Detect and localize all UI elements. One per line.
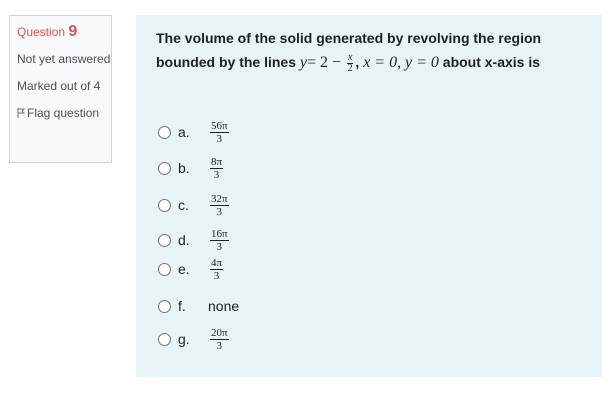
flag-label: Flag question <box>27 106 100 120</box>
option-a-letter: a. <box>178 124 190 140</box>
option-d-fraction: 16π 3 <box>210 228 229 253</box>
radio-d[interactable] <box>158 233 171 247</box>
option-g-denominator: 3 <box>216 339 223 352</box>
radio-c[interactable] <box>158 198 171 212</box>
option-c-denominator: 3 <box>216 205 223 218</box>
option-a-numerator: 56π <box>210 119 229 133</box>
eq2: x = 0, <box>363 54 402 71</box>
flag-question-link[interactable]: Flag question <box>17 104 111 122</box>
radio-b[interactable] <box>158 161 171 175</box>
option-b-numerator: 8π <box>210 155 224 169</box>
option-c-numerator: 32π <box>210 192 229 206</box>
option-a[interactable]: a. 56π 3 <box>158 120 229 145</box>
option-e[interactable]: e. 4π 3 <box>158 256 224 282</box>
option-d-letter: d. <box>178 232 190 248</box>
radio-g[interactable] <box>158 332 171 346</box>
option-a-denominator: 3 <box>216 132 223 145</box>
option-d-denominator: 3 <box>216 240 223 253</box>
eq1-var: y <box>299 54 308 71</box>
option-d-numerator: 16π <box>210 227 229 241</box>
option-f-letter: f. <box>178 298 186 314</box>
question-text: The volume of the solid generated by rev… <box>156 30 542 74</box>
option-b-denominator: 3 <box>213 168 220 181</box>
question-info-panel: Question 9 Not yet answered Marked out o… <box>9 15 112 163</box>
option-c[interactable]: c. 32π 3 <box>158 193 229 218</box>
option-c-fraction: 32π 3 <box>210 193 229 218</box>
option-g[interactable]: g. 20π 3 <box>158 327 229 352</box>
question-number-value: 9 <box>68 23 78 40</box>
option-c-letter: c. <box>178 197 189 213</box>
eq3: y = 0 <box>404 54 439 71</box>
eq1-fraction: x2 <box>346 52 354 74</box>
option-d[interactable]: d. 16π 3 <box>158 228 229 253</box>
question-number: Question 9 <box>17 23 111 41</box>
flag-icon <box>17 105 26 118</box>
option-a-fraction: 56π 3 <box>210 120 229 145</box>
option-f-text: none <box>208 298 240 314</box>
option-b-letter: b. <box>178 160 190 176</box>
question-label: Question <box>17 25 66 39</box>
radio-e[interactable] <box>158 262 171 276</box>
option-e-denominator: 3 <box>213 269 220 282</box>
option-e-letter: e. <box>178 261 190 277</box>
option-g-numerator: 20π <box>210 326 229 340</box>
option-b[interactable]: b. 8π 3 <box>158 155 224 181</box>
option-e-fraction: 4π 3 <box>210 256 224 282</box>
option-e-numerator: 4π <box>210 256 224 270</box>
eq1-fraction-den: 2 <box>347 62 353 74</box>
option-g-letter: g. <box>178 331 190 347</box>
radio-f[interactable] <box>158 299 171 313</box>
radio-a[interactable] <box>158 125 171 139</box>
question-text-part2: about x-axis is <box>442 54 541 70</box>
question-grade: Marked out of 4 <box>17 79 101 93</box>
question-content: The volume of the solid generated by rev… <box>136 15 602 377</box>
option-f[interactable]: f. none <box>158 294 239 318</box>
option-b-fraction: 8π 3 <box>210 155 224 181</box>
option-g-fraction: 20π 3 <box>210 327 229 352</box>
question-state: Not yet answered <box>17 52 111 66</box>
eq1-rhs: = 2 − <box>307 54 342 71</box>
